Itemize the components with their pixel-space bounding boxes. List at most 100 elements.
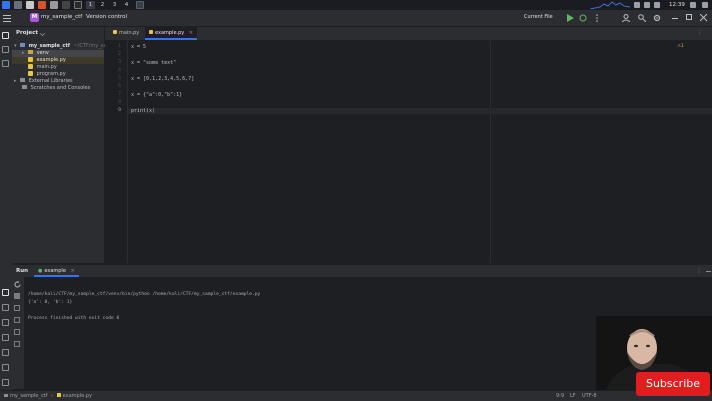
python-file-icon	[113, 30, 117, 34]
project-switcher[interactable]: my_sample_ctf	[41, 13, 82, 22]
minimize-icon[interactable]	[672, 18, 678, 19]
trash-icon[interactable]	[14, 341, 20, 347]
run-tab-example[interactable]: ● example ×	[34, 265, 79, 277]
tree-item-main-py[interactable]: main.py	[12, 64, 57, 71]
line-number: 1	[118, 44, 121, 49]
os-taskbar: 1 2 3 4 12:39	[0, 0, 712, 10]
code-line: x = 5	[131, 44, 147, 50]
clock: 12:39	[669, 2, 685, 8]
chevron-down-icon[interactable]: ▾	[14, 43, 17, 49]
workspace-3[interactable]: 3	[110, 1, 119, 9]
chevron-right-icon[interactable]: ▸	[14, 78, 17, 84]
close-icon[interactable]	[700, 14, 708, 22]
library-icon	[20, 78, 26, 82]
tab-example-py[interactable]: example.py ×	[145, 27, 198, 40]
notification-icon[interactable]	[654, 2, 660, 8]
search-icon[interactable]	[638, 14, 646, 22]
tab-main-py[interactable]: main.py	[109, 27, 143, 40]
services-icon[interactable]	[2, 319, 9, 326]
inspection-widget[interactable]: ⚠1	[677, 44, 684, 49]
terminal-icon[interactable]	[50, 1, 58, 9]
scroll-to-end-icon[interactable]	[14, 317, 20, 323]
folder-icon	[4, 394, 8, 397]
volume-icon[interactable]	[634, 2, 640, 8]
python-file-icon	[28, 64, 33, 69]
python-file-icon	[28, 71, 33, 76]
project-tool-icon[interactable]	[2, 32, 9, 39]
file-manager-icon[interactable]	[26, 1, 34, 9]
structure-tool-icon[interactable]	[2, 46, 9, 53]
more-actions-icon[interactable]	[593, 14, 601, 22]
chevron-right-icon[interactable]: ▸	[22, 50, 25, 56]
folder-icon	[28, 50, 34, 54]
breadcrumb[interactable]: my_sample_ctf › example.py	[4, 392, 92, 400]
run-config-selector[interactable]: Current File	[524, 13, 553, 22]
workspace-1[interactable]: 1	[86, 1, 95, 9]
right-margin-guide	[490, 41, 491, 263]
maximize-icon[interactable]	[686, 14, 692, 20]
kali-menu-icon[interactable]	[2, 1, 10, 9]
python-packages-icon[interactable]	[2, 304, 9, 311]
print-icon[interactable]	[14, 329, 20, 335]
python-file-icon	[149, 30, 153, 34]
problems-icon[interactable]	[2, 364, 9, 371]
main-menu-icon[interactable]	[3, 14, 11, 22]
code-line-current: print(x)	[131, 108, 156, 114]
line-number: 4	[118, 68, 121, 73]
hide-panel-icon[interactable]	[706, 271, 711, 272]
line-number: 9	[118, 108, 121, 113]
lock-icon[interactable]	[690, 2, 696, 8]
terminal-tool-icon[interactable]	[2, 349, 9, 356]
current-line-highlight	[128, 108, 712, 114]
app-icon[interactable]	[74, 1, 82, 9]
tree-item-venv[interactable]: ▸ venv	[12, 50, 104, 57]
line-number: 3	[118, 60, 121, 65]
more-tools-icon[interactable]	[2, 60, 9, 67]
tree-item-external-libraries[interactable]: ▸ External Libraries	[14, 78, 73, 85]
tree-item-program-py[interactable]: program.py	[12, 71, 66, 78]
run-tool-icon[interactable]	[2, 289, 9, 296]
file-encoding[interactable]: UTF-8	[582, 392, 597, 400]
settings-gear-icon[interactable]	[653, 14, 661, 22]
code-line: x = {"a":0,"b":1}	[131, 92, 183, 98]
tree-item-root[interactable]: ▾ my_sample_ctf ~/CTF/my_sam	[14, 43, 111, 50]
project-panel: Project ▾ my_sample_ctf ~/CTF/my_sam ▸ v…	[12, 27, 111, 263]
panel-options-icon[interactable]: ⋮	[696, 267, 702, 274]
pycharm-window-icon[interactable]	[136, 1, 144, 9]
vcs-widget[interactable]: Version control	[86, 13, 127, 22]
line-number: 6	[118, 84, 121, 89]
debug-icon[interactable]	[579, 14, 587, 22]
subscribe-button[interactable]: Subscribe	[636, 372, 710, 396]
workspace-4[interactable]: 4	[122, 1, 131, 9]
tab-actions-icon[interactable]: ⋮	[697, 30, 702, 36]
python-console-icon[interactable]	[2, 334, 9, 341]
tree-item-example-py[interactable]: example.py	[12, 57, 104, 64]
close-tab-icon[interactable]: ×	[71, 268, 75, 274]
run-panel-header: Run ● example × ⋮	[12, 264, 712, 277]
editor-icon[interactable]	[62, 1, 70, 9]
line-separator[interactable]: LF	[570, 392, 576, 400]
main-toolbar: M my_sample_ctf Version control Current …	[0, 10, 712, 27]
stop-icon[interactable]	[14, 293, 20, 299]
browser-icon[interactable]	[38, 1, 46, 9]
line-number: 5	[118, 76, 121, 81]
console-line: {'a': 0, 'b': 1}	[28, 300, 73, 305]
user-icon[interactable]	[622, 14, 630, 22]
close-tab-icon[interactable]: ×	[189, 30, 193, 36]
run-panel-title: Run	[16, 268, 29, 274]
gutter-divider	[127, 41, 128, 263]
chevron-down-icon[interactable]	[40, 31, 45, 36]
project-badge: M	[30, 13, 39, 22]
workspace-2[interactable]: 2	[98, 1, 107, 9]
rerun-icon[interactable]	[14, 281, 21, 288]
run-icon[interactable]	[566, 14, 574, 22]
tree-item-scratches[interactable]: Scratches and Consoles	[22, 85, 90, 92]
power-icon[interactable]	[702, 2, 708, 8]
code-editor[interactable]: ⚠1 1 x = 5 2 3 x = "some text" 4 5 x = […	[105, 41, 712, 263]
app-launcher-icon[interactable]	[14, 1, 22, 9]
python-file-icon	[56, 393, 61, 397]
network-icon[interactable]	[644, 2, 650, 8]
caret-position[interactable]: 9:9	[556, 392, 564, 400]
soft-wrap-icon[interactable]	[14, 305, 20, 311]
git-icon[interactable]	[2, 379, 9, 386]
